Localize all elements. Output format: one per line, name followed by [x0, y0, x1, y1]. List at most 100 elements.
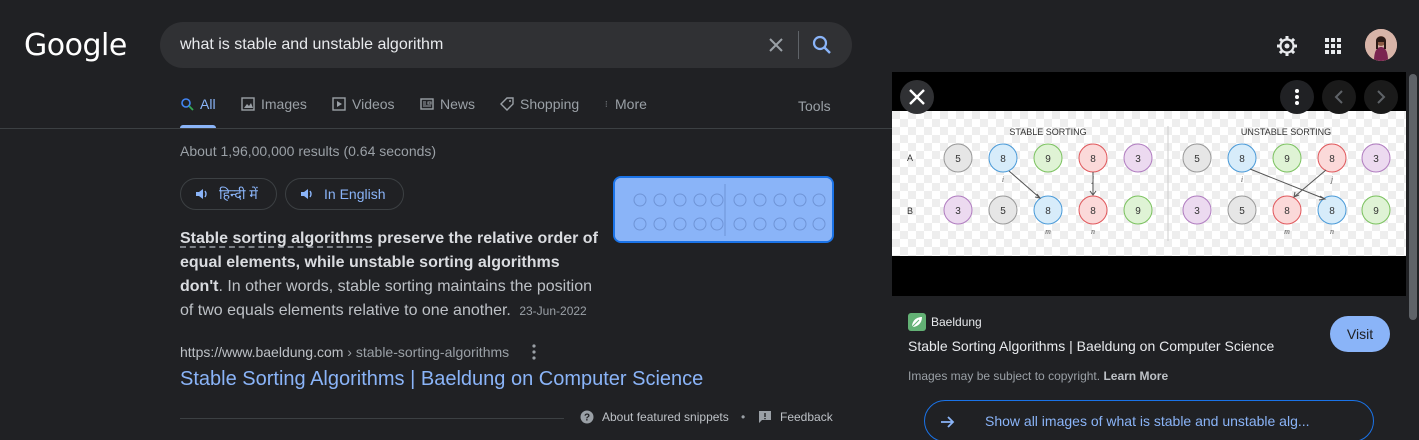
baeldung-favicon: [908, 313, 926, 331]
svg-text:5: 5: [1239, 206, 1245, 217]
search-divider: [798, 31, 799, 59]
more-vertical-icon: [532, 344, 536, 360]
tab-all[interactable]: All: [180, 96, 216, 128]
svg-text:9: 9: [1045, 154, 1051, 165]
google-logo[interactable]: Google: [24, 28, 127, 63]
gear-icon: [1277, 36, 1297, 56]
about-featured-snippets-link[interactable]: ? About featured snippets: [580, 410, 729, 424]
copyright-text: Images may be subject to copyright.: [908, 369, 1101, 383]
panel-title-link[interactable]: Stable Sorting Algorithms | Baeldung on …: [908, 338, 1274, 354]
source-name[interactable]: Baeldung: [931, 315, 982, 329]
close-icon: [909, 89, 925, 105]
close-icon: [769, 38, 783, 52]
svg-text:8: 8: [1329, 154, 1335, 165]
search-icon: [181, 98, 194, 111]
svg-text:8: 8: [1090, 206, 1096, 217]
search-input[interactable]: [180, 34, 740, 56]
svg-text:3: 3: [1135, 154, 1141, 165]
result-menu-button[interactable]: [526, 343, 542, 361]
english-language-button[interactable]: In English: [285, 178, 404, 210]
tab-shopping[interactable]: Shopping: [500, 96, 579, 128]
hindi-language-button[interactable]: हिन्दी में: [180, 178, 277, 210]
result-stats: About 1,96,00,000 results (0.64 seconds): [180, 143, 437, 159]
sorting-thumbnail-image: [615, 178, 832, 241]
panel-scrollbar[interactable]: [1406, 72, 1419, 440]
tools-button[interactable]: Tools: [798, 98, 831, 114]
svg-text:8: 8: [1090, 154, 1096, 165]
sorting-diagram-image: STABLE SORTING UNSTABLE SORTING A B 5 8 …: [892, 111, 1406, 256]
previous-image-button[interactable]: [1322, 80, 1356, 114]
tab-videos[interactable]: Videos: [332, 96, 395, 128]
tab-label: News: [440, 96, 476, 112]
svg-text:8: 8: [1045, 206, 1051, 217]
chevron-left-icon: [1334, 90, 1343, 104]
panel-image-area: STABLE SORTING UNSTABLE SORTING A B 5 8 …: [892, 72, 1406, 296]
google-apps-button[interactable]: [1321, 34, 1345, 58]
snippet-highlight[interactable]: Stable sorting algorithms: [180, 230, 373, 247]
svg-text:m: m: [1045, 227, 1051, 236]
svg-text:m: m: [1284, 227, 1290, 236]
svg-text:5: 5: [1194, 154, 1200, 165]
result-url[interactable]: https://www.baeldung.com › stable-sortin…: [180, 344, 509, 360]
search-button[interactable]: [810, 33, 834, 57]
clear-search-button[interactable]: [764, 33, 788, 57]
tab-label: More: [615, 96, 647, 112]
panel-info: Baeldung Stable Sorting Algorithms | Bae…: [892, 296, 1406, 440]
svg-text:8: 8: [1284, 206, 1290, 217]
image-preview-panel: STABLE SORTING UNSTABLE SORTING A B 5 8 …: [892, 72, 1406, 440]
about-label: About featured snippets: [602, 410, 729, 424]
svg-text:9: 9: [1135, 206, 1141, 217]
feedback-label: Feedback: [780, 410, 833, 424]
close-panel-button[interactable]: [900, 80, 934, 114]
svg-text:5: 5: [1000, 206, 1006, 217]
scrollbar-thumb[interactable]: [1409, 74, 1417, 320]
panel-more-button[interactable]: [1280, 80, 1314, 114]
row-a-label: A: [907, 153, 913, 163]
show-all-images-button[interactable]: Show all images of what is stable and un…: [924, 400, 1374, 440]
svg-text:8: 8: [1239, 154, 1245, 165]
next-image-button[interactable]: [1364, 80, 1398, 114]
featured-snippet-text: Stable sorting algorithms preserve the r…: [180, 227, 600, 323]
settings-button[interactable]: [1275, 34, 1299, 58]
svg-text:n: n: [1330, 227, 1334, 236]
search-box[interactable]: [160, 22, 852, 68]
account-avatar[interactable]: [1365, 29, 1397, 61]
result-title-link[interactable]: Stable Sorting Algorithms | Baeldung on …: [180, 368, 703, 391]
visit-button[interactable]: Visit: [1330, 316, 1390, 352]
help-icon: ?: [580, 410, 594, 424]
learn-more-link[interactable]: Learn More: [1103, 369, 1168, 383]
apps-grid-icon: [1325, 38, 1341, 54]
arrow-right-icon: [941, 416, 955, 428]
cite-domain: https://www.baeldung.com: [180, 344, 344, 360]
more-vertical-icon: [1295, 89, 1299, 105]
svg-text:n: n: [1091, 227, 1095, 236]
speaker-icon: [301, 189, 312, 199]
svg-text:3: 3: [1194, 206, 1200, 217]
english-label: In English: [324, 186, 386, 202]
more-vertical-icon: [605, 101, 607, 107]
play-icon: [332, 97, 346, 111]
snippet-thumbnail[interactable]: [613, 176, 834, 243]
unstable-sorting-title: UNSTABLE SORTING: [1241, 127, 1331, 137]
tab-images[interactable]: Images: [241, 96, 307, 128]
preview-image[interactable]: STABLE SORTING UNSTABLE SORTING A B 5 8 …: [892, 111, 1406, 256]
tab-label: All: [200, 96, 216, 112]
show-all-label: Show all images of what is stable and un…: [985, 413, 1310, 429]
tab-label: Shopping: [520, 96, 580, 112]
search-icon: [812, 35, 831, 54]
svg-text:3: 3: [955, 206, 961, 217]
tab-news[interactable]: News: [420, 96, 475, 128]
stable-sorting-title: STABLE SORTING: [1009, 127, 1086, 137]
tabs-divider: [0, 128, 892, 129]
copyright-notice: Images may be subject to copyright. Lear…: [908, 369, 1168, 383]
feedback-link[interactable]: Feedback: [758, 410, 833, 424]
svg-text:i: i: [1241, 175, 1243, 184]
svg-text:5: 5: [955, 154, 961, 165]
tab-more[interactable]: More: [605, 96, 647, 128]
footer-separator: •: [741, 410, 746, 424]
svg-text:?: ?: [584, 413, 590, 424]
bottom-divider: [180, 418, 564, 419]
image-icon: [241, 97, 255, 111]
svg-text:8: 8: [1000, 154, 1006, 165]
cite-path: › stable-sorting-algorithms: [343, 344, 510, 360]
